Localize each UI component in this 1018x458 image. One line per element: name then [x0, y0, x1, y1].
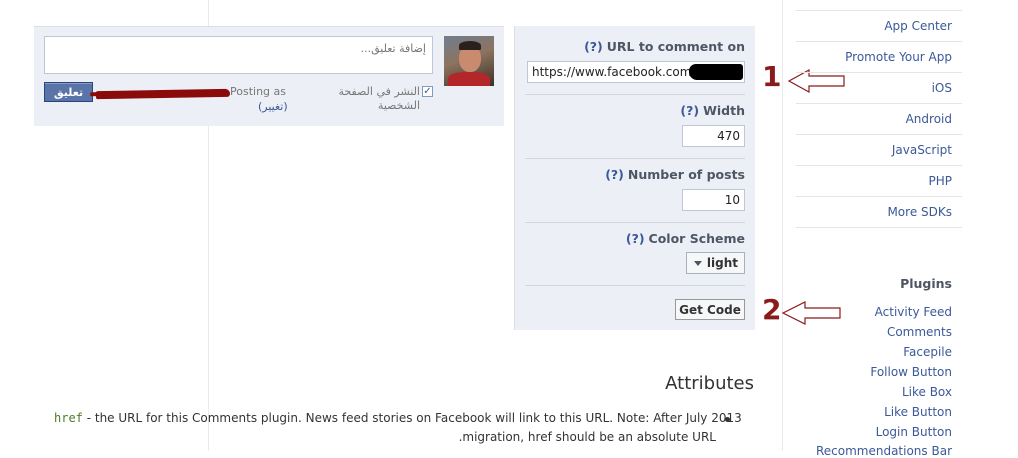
divider — [525, 222, 745, 223]
sidebar-item-like-button[interactable]: Like Button — [884, 405, 952, 419]
sidebar-item-login-button[interactable]: Login Button — [876, 425, 952, 439]
sidebar-item-php[interactable]: PHP — [929, 174, 953, 188]
sidebar-item-recommendations-bar[interactable]: Recommendations Bar — [816, 444, 952, 458]
divider — [525, 94, 745, 95]
attributes-heading: Attributes — [665, 373, 754, 394]
share-to-timeline-checkbox[interactable]: ✓ — [422, 86, 433, 97]
sidebar-divider-line — [796, 10, 962, 11]
sidebar-item-ios[interactable]: iOS — [932, 81, 952, 95]
sidebar-divider — [782, 0, 783, 451]
width-field-label: (?) Width — [680, 103, 745, 118]
redacted-username — [95, 88, 231, 100]
href-attribute-description: href - the URL for this Comments plugin.… — [54, 411, 742, 425]
url-help-link[interactable]: (?) — [584, 39, 603, 54]
dropdown-arrow-icon — [694, 261, 702, 266]
width-input[interactable]: 470 — [682, 125, 745, 147]
sidebar-item-follow-button[interactable]: Follow Button — [870, 365, 952, 379]
post-comment-button[interactable]: تعليق — [44, 82, 93, 102]
get-code-button[interactable]: Get Code — [675, 299, 745, 320]
color-scheme-help-link[interactable]: (?) — [626, 231, 645, 246]
sidebar-divider-line — [796, 196, 962, 197]
sidebar-divider-line — [796, 41, 962, 42]
sidebar-item-activity-feed[interactable]: Activity Feed — [875, 305, 952, 319]
posting-as-label: Posting as — [230, 85, 286, 98]
sidebar-divider-line — [796, 165, 962, 166]
redacted-url-segment — [689, 64, 743, 80]
sidebar-divider-line — [796, 227, 962, 228]
color-scheme-field-label: (?) Color Scheme — [625, 231, 745, 246]
sidebar-divider-line — [796, 134, 962, 135]
sidebar-item-facepile[interactable]: Facepile — [903, 345, 952, 359]
url-input[interactable]: https://www.facebook.com/ — [527, 61, 745, 83]
num-posts-input[interactable]: 10 — [682, 189, 745, 211]
annotation-number-1: 1 — [762, 60, 782, 93]
annotation-number-2: 2 — [762, 293, 782, 326]
num-posts-field-label: (?) Number of posts — [605, 167, 745, 182]
href-attribute-description-continued: .migration, href should be an absolute U… — [458, 430, 716, 444]
share-to-timeline-label: النشر في الصفحة الشخصية — [338, 85, 420, 112]
sidebar-divider-line — [796, 72, 962, 73]
sidebar-item-comments[interactable]: Comments — [887, 325, 952, 339]
sidebar-item-android[interactable]: Android — [906, 112, 952, 126]
color-scheme-select[interactable]: light — [686, 252, 745, 274]
divider — [525, 158, 745, 159]
width-help-link[interactable]: (?) — [680, 103, 699, 118]
sidebar-item-more-sdks[interactable]: More SDKs — [887, 205, 952, 219]
num-posts-help-link[interactable]: (?) — [605, 167, 624, 182]
sidebar-item-javascript[interactable]: JavaScript — [892, 143, 952, 157]
sidebar-item-like-box[interactable]: Like Box — [902, 385, 952, 399]
sidebar-item-promote-your-app[interactable]: Promote Your App — [845, 50, 952, 64]
href-code: href — [54, 411, 83, 425]
sidebar-divider-line — [796, 103, 962, 104]
user-avatar — [444, 36, 494, 86]
comment-input[interactable]: إضافة تعليق... — [44, 36, 433, 74]
comment-plugin-preview: إضافة تعليق... تعليق Posting as (تغيير) … — [34, 26, 504, 126]
sidebar-item-app-center[interactable]: App Center — [884, 19, 952, 33]
url-field-label: (?) URL to comment on — [584, 39, 745, 54]
change-account-link[interactable]: (تغيير) — [258, 100, 288, 113]
plugin-configurator: (?) URL to comment on https://www.faceboo… — [514, 26, 755, 330]
annotation-arrow-2-icon — [781, 301, 841, 325]
plugins-heading: Plugins — [900, 276, 952, 291]
divider — [525, 285, 745, 286]
